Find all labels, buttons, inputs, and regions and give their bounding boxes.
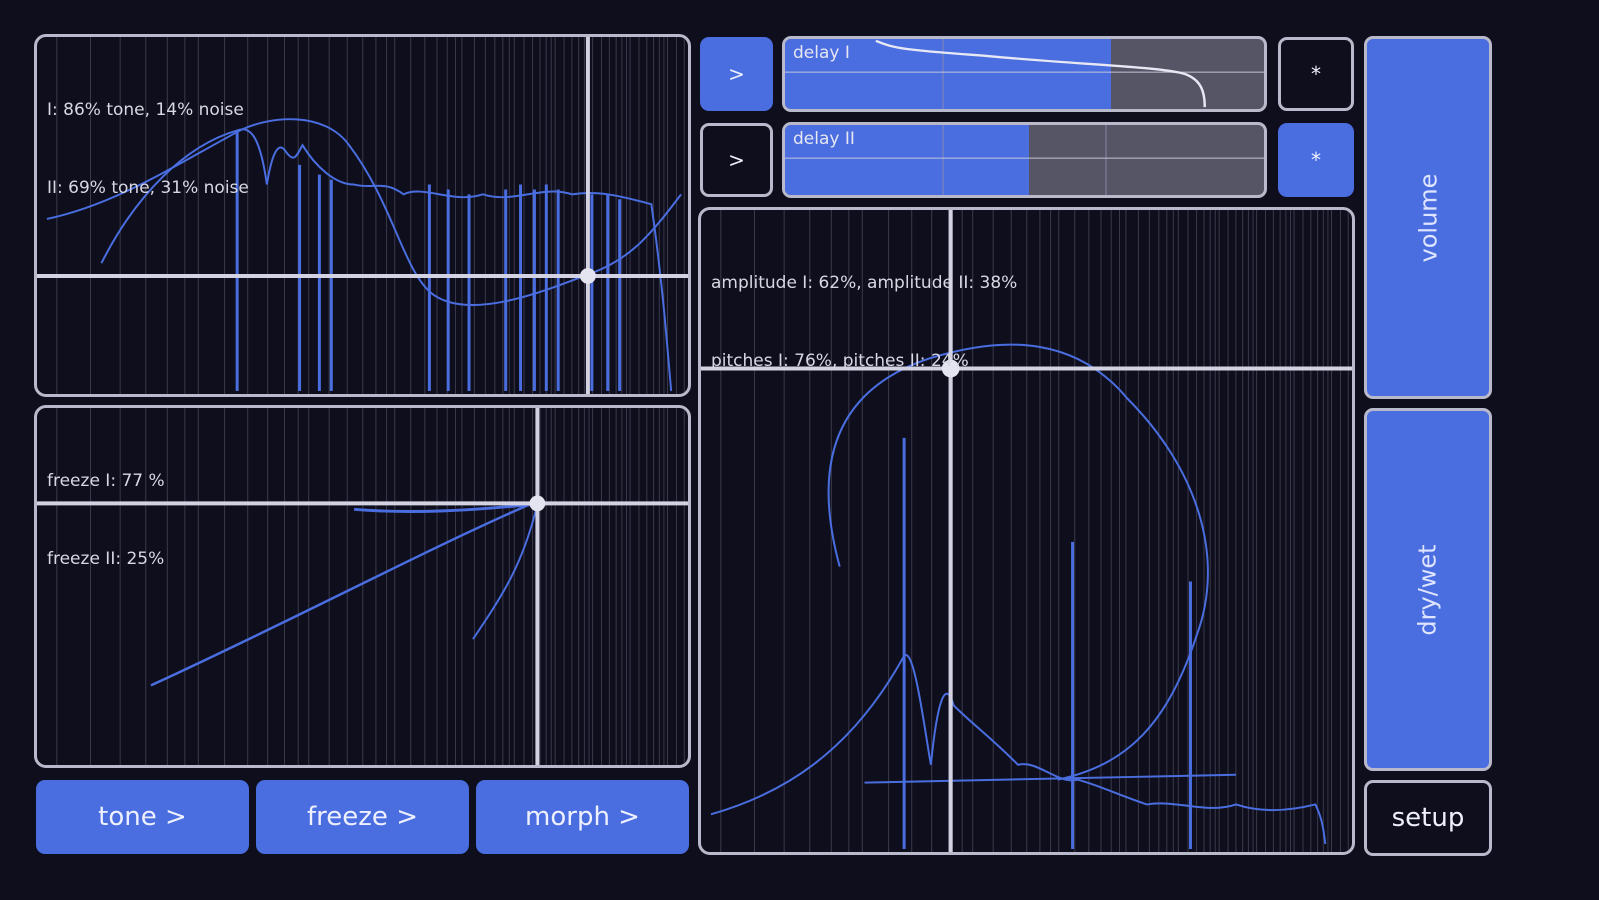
morph-readout: amplitude I: 62%, amplitude II: 38% pitc…	[711, 218, 1017, 426]
delay2-star-button[interactable]: *	[1278, 123, 1354, 197]
delay1-play-button[interactable]: >	[700, 37, 773, 111]
freeze-readout-line2: freeze II: 25%	[47, 549, 165, 569]
tone-mode-button[interactable]: tone >	[36, 780, 249, 854]
delay2-play-button[interactable]: >	[700, 123, 773, 197]
morph-xy-pad[interactable]: amplitude I: 62%, amplitude II: 38% pitc…	[698, 207, 1355, 855]
setup-label: setup	[1391, 803, 1465, 833]
star-icon: *	[1311, 148, 1321, 172]
setup-button[interactable]: setup	[1364, 780, 1492, 856]
star-icon: *	[1311, 62, 1321, 86]
delay1-curve	[785, 39, 1264, 109]
morph-mode-label: morph >	[525, 802, 640, 832]
delay1-star-button[interactable]: *	[1278, 37, 1354, 111]
freeze-xy-pad[interactable]: freeze I: 77 % freeze II: 25%	[34, 405, 691, 768]
delay2-slider[interactable]: delay II	[782, 122, 1267, 198]
volume-slider[interactable]: volume	[1364, 36, 1492, 399]
play-icon: >	[728, 148, 745, 172]
freeze-readout-line1: freeze I: 77 %	[47, 471, 165, 491]
delay1-slider[interactable]: delay I	[782, 36, 1267, 112]
delay1-label: delay I	[793, 43, 850, 63]
morph-mode-button[interactable]: morph >	[476, 780, 689, 854]
morph-readout-line1: amplitude I: 62%, amplitude II: 38%	[711, 273, 1018, 293]
volume-label: volume	[1413, 173, 1442, 262]
tone-readout: I: 86% tone, 14% noise II: 69% tone, 31%…	[47, 45, 249, 253]
play-icon: >	[728, 62, 745, 86]
freeze-mode-button[interactable]: freeze >	[256, 780, 469, 854]
delay2-lines	[785, 125, 1264, 195]
drywet-slider[interactable]: dry/wet	[1364, 408, 1492, 771]
morph-readout-line2: pitches I: 76%, pitches II: 24%	[711, 351, 969, 371]
drywet-label: dry/wet	[1413, 543, 1442, 636]
freeze-mode-label: freeze >	[307, 802, 418, 832]
delay2-label: delay II	[793, 129, 855, 149]
tone-readout-line2: II: 69% tone, 31% noise	[47, 178, 249, 198]
tone-readout-line1: I: 86% tone, 14% noise	[47, 100, 244, 120]
tone-mode-label: tone >	[98, 802, 187, 832]
tone-xy-pad[interactable]: I: 86% tone, 14% noise II: 69% tone, 31%…	[34, 34, 691, 397]
freeze-readout: freeze I: 77 % freeze II: 25%	[47, 416, 165, 624]
